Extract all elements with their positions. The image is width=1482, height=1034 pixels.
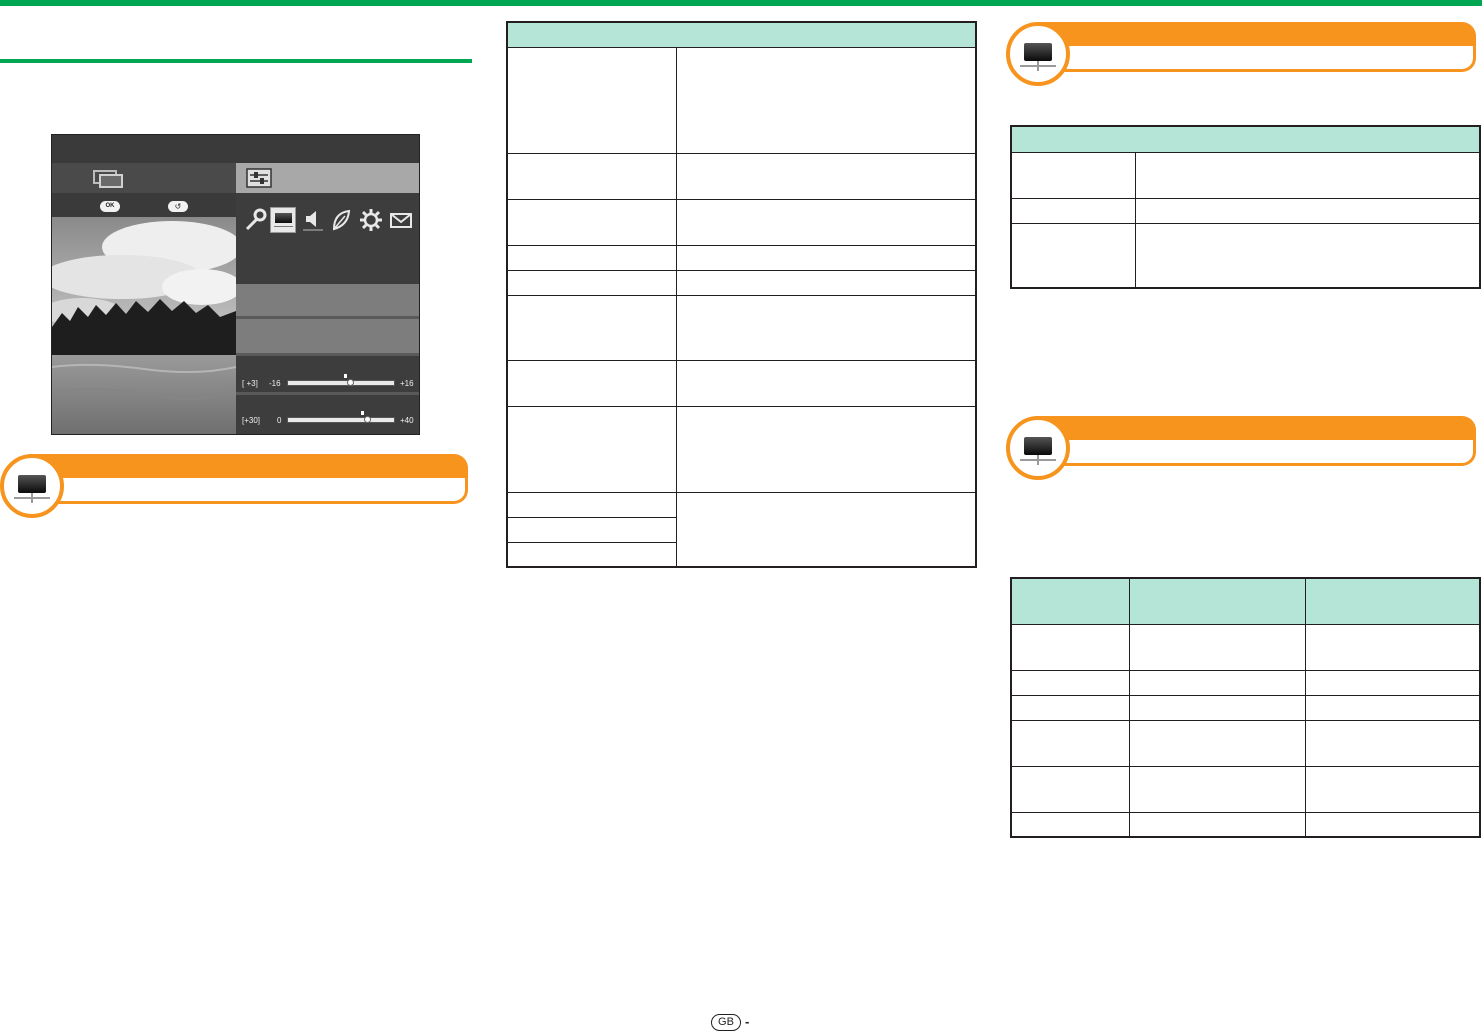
table-cell [1304,719,1481,767]
table-cell [675,491,977,568]
envelope-icon[interactable] [388,207,414,233]
wrench-icon[interactable] [242,207,268,233]
table-cell [1304,694,1481,721]
preview-landscape-image [52,217,236,434]
table-cell [675,359,977,407]
slider-max-label: +40 [400,416,414,425]
table-cell [1128,669,1306,696]
slider-default-mark [361,411,364,415]
table-cell [675,198,977,246]
table-cell [1010,719,1130,767]
table-cell [1128,719,1306,767]
section-heading-rule [0,59,472,63]
picture-menu-icon [1006,22,1070,86]
divider [236,392,419,395]
gear-icon[interactable] [358,207,384,233]
table-cell [675,269,977,296]
slider-knob[interactable] [364,416,371,423]
slider-value-label: [+30] [242,416,261,425]
table-cell [506,405,677,493]
table-cell [1010,197,1136,224]
table-cell [1128,811,1306,838]
table-cell [506,294,677,361]
table-cell [1128,694,1306,721]
leaf-icon[interactable] [328,207,354,233]
slider-default-mark [344,374,348,378]
page-number-dash: - [745,1014,750,1029]
table-cell [675,294,977,361]
table-cell [506,46,677,154]
table-header [506,21,977,48]
button-hint-row [52,193,236,217]
table-cell [506,152,677,200]
table-cell [1304,811,1481,838]
slider-track[interactable] [287,417,395,423]
menu-title-bar [52,135,419,163]
table-cell [1010,151,1136,199]
input-source-icon [93,170,123,188]
table-cell [1010,694,1130,721]
return-button-hint: ↺ [168,201,188,212]
slider-value-label: [ +3] [242,379,258,388]
table-header [1304,577,1481,625]
divider [236,353,419,356]
menu-tab-settings[interactable] [236,163,419,193]
ok-button-hint: OK [100,201,120,212]
table-cell [675,244,977,271]
table-cell [506,359,677,407]
table-cell [1304,669,1481,696]
slider-min-label: -16 [269,379,281,388]
table-cell [1128,765,1306,813]
category-icon-row [242,207,417,233]
table-cell [506,244,677,271]
table-header [1128,577,1306,625]
picture-menu-icon [1006,416,1070,480]
table-cell [1010,222,1136,289]
table-cell [1010,765,1130,813]
table-cell [675,152,977,200]
picture-icon[interactable] [270,207,296,233]
table-cell [506,491,677,518]
table-header [1010,125,1481,153]
region-badge: GB [711,1014,741,1031]
table-cell [1134,151,1481,199]
table-cell [1304,765,1481,813]
table-cell [1010,669,1130,696]
menu-option-row[interactable] [236,319,419,353]
table-cell [506,269,677,296]
table-cell [1134,197,1481,224]
settings-table [1010,577,1481,838]
table-cell [675,46,977,154]
table-cell [506,516,677,543]
speaker-icon[interactable] [300,207,326,233]
menu-option-row[interactable] [236,284,419,316]
table-cell [1134,222,1481,289]
table-cell [1010,623,1130,671]
settings-table [506,21,977,568]
table-cell [1010,811,1130,838]
settings-sliders-icon [246,168,272,188]
picture-menu-banner [1006,416,1476,482]
table-cell [506,541,677,568]
slider-min-label: 0 [277,416,282,425]
table-cell [675,405,977,493]
tv-menu-screenshot: OK ↺ [+3] -16 +16 [+30] 0 +40 [51,134,420,435]
top-accent-bar [0,0,1482,6]
menu-tab-input[interactable] [52,163,236,193]
table-cell [1304,623,1481,671]
slider-max-label: +16 [400,379,414,388]
slider-track[interactable] [287,380,395,386]
table-cell [506,198,677,246]
table-cell [1128,623,1306,671]
picture-menu-icon [0,454,64,518]
settings-table [1010,125,1481,289]
picture-menu-banner [1006,22,1476,88]
table-header [1010,577,1130,625]
picture-menu-banner [0,454,470,520]
